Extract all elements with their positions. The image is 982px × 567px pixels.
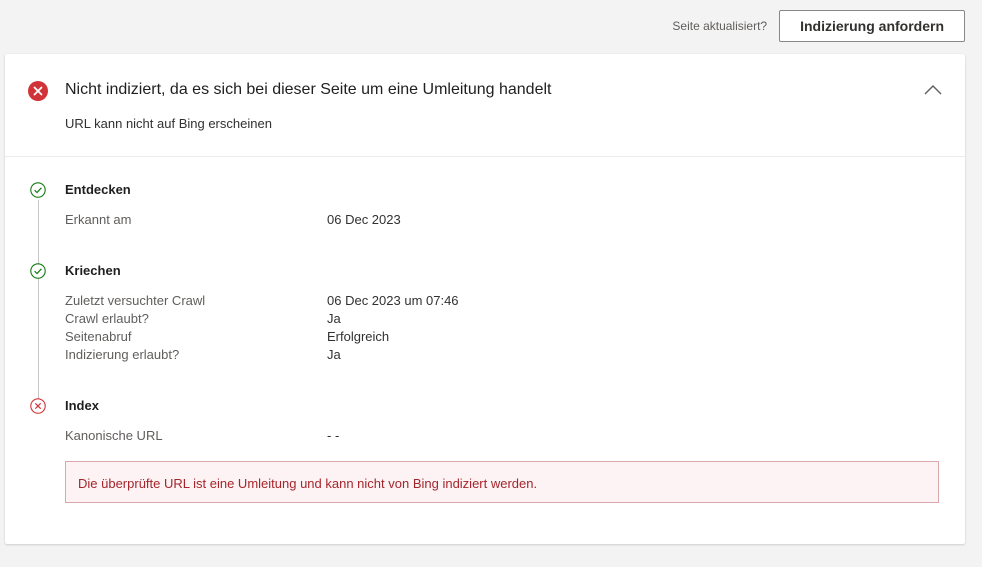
redirect-error-message: Die überprüfte URL ist eine Umleitung un… [65,461,939,503]
check-circle-icon [30,182,46,198]
detail-value: - - [327,428,340,443]
top-toolbar: Seite aktualisiert? Indizierung anforder… [672,10,965,42]
detail-label: Seitenabruf [65,329,132,344]
check-circle-icon [30,263,46,279]
error-circle-icon [28,81,48,101]
step-title-discover: Entdecken [65,182,131,197]
detail-value: 06 Dec 2023 um 07:46 [327,293,459,308]
error-circle-outline-icon [30,398,46,414]
detail-label: Crawl erlaubt? [65,311,149,326]
card-title: Nicht indiziert, da es sich bei dieser S… [65,81,552,98]
page-updated-hint: Seite aktualisiert? [672,19,768,33]
chevron-up-icon[interactable] [921,81,945,99]
detail-row: Crawl erlaubt? Ja [65,310,341,328]
detail-label: Erkannt am [65,212,132,227]
detail-value: Erfolgreich [327,329,390,344]
step-title-crawl: Kriechen [65,263,121,278]
detail-value: Ja [327,347,341,362]
card-header: Nicht indiziert, da es sich bei dieser S… [5,54,965,157]
timeline-line [38,200,39,400]
detail-row: Zuletzt versuchter Crawl 06 Dec 2023 um … [65,292,459,310]
detail-value: 06 Dec 2023 [327,212,401,227]
step-title-index: Index [65,398,99,413]
card-subtitle: URL kann nicht auf Bing erscheinen [65,116,272,131]
detail-row: Erkannt am 06 Dec 2023 [65,211,401,229]
detail-label: Kanonische URL [65,428,163,443]
request-indexing-button[interactable]: Indizierung anfordern [779,10,965,42]
detail-value: Ja [327,311,341,326]
inspection-card: Nicht indiziert, da es sich bei dieser S… [5,54,965,544]
detail-label: Zuletzt versuchter Crawl [65,293,206,308]
detail-row: Indizierung erlaubt? Ja [65,346,341,364]
detail-label: Indizierung erlaubt? [65,347,180,362]
detail-row: Kanonische URL - - [65,427,339,445]
detail-row: Seitenabruf Erfolgreich [65,328,389,346]
